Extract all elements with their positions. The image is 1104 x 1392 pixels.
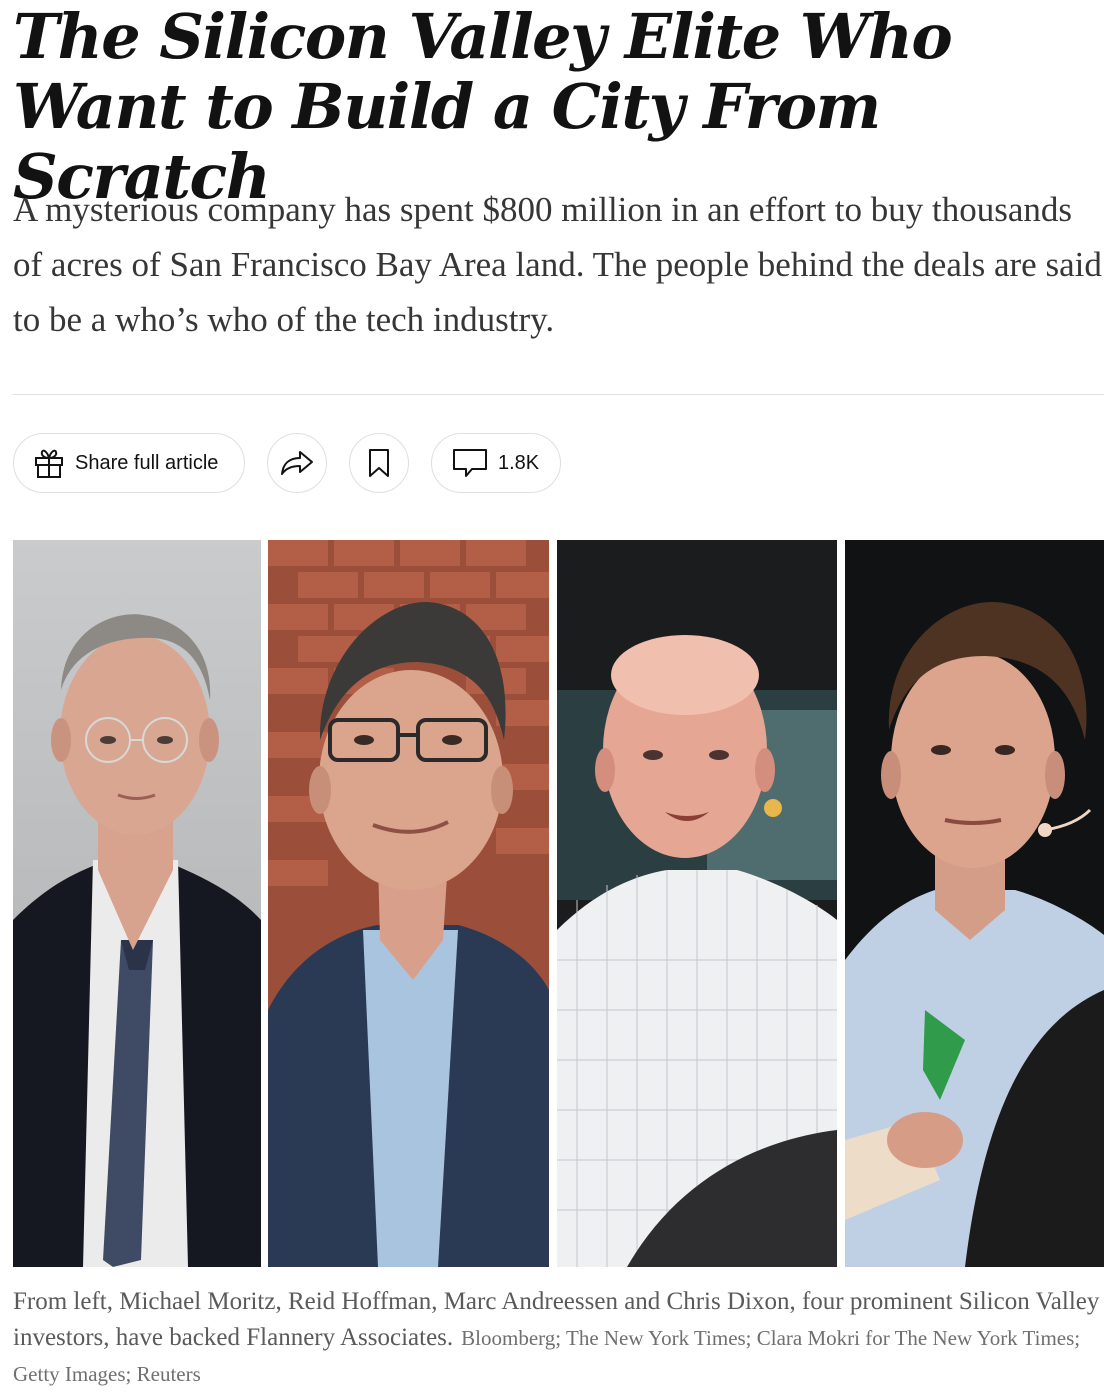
comment-bubble-icon [452,448,488,478]
article-headline: The Silicon Valley Elite Who Want to Bui… [13,0,953,213]
save-button[interactable] [349,433,409,493]
photo-marc-andreessen [557,540,837,1267]
divider [13,394,1104,395]
comments-button[interactable]: 1.8K [431,433,561,493]
bookmark-icon [368,448,390,478]
photo-chris-dixon [845,540,1104,1267]
photo-caption: From left, Michael Moritz, Reid Hoffman,… [13,1284,1103,1392]
photo-reid-hoffman [268,540,549,1267]
share-label: Share full article [75,451,219,474]
share-button[interactable] [267,433,327,493]
share-arrow-icon [280,450,314,476]
comments-count: 1.8K [498,451,540,474]
gift-icon [33,447,65,479]
share-full-article-button[interactable]: Share full article [13,433,245,493]
photo-michael-moritz [13,540,261,1267]
article-summary: A mysterious company has spent $800 mill… [13,190,1102,339]
